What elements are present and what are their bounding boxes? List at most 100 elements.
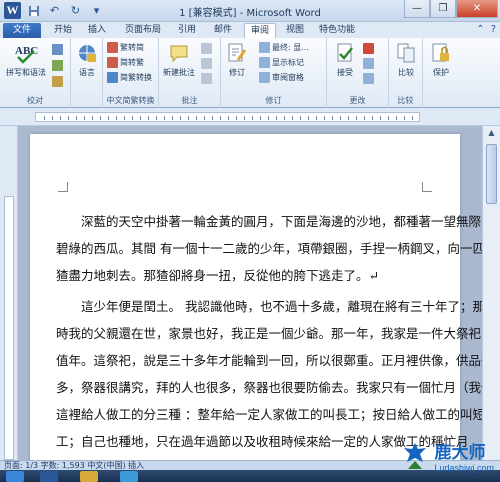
ruler-tick — [220, 116, 221, 120]
previous-comment-button[interactable] — [201, 58, 212, 69]
scroll-up-icon[interactable]: ▲ — [483, 128, 500, 142]
paragraph-line[interactable]: 這少年便是閏土。 我認識他時，也不過十多歲，離現在將有三十年了；那 — [56, 296, 482, 315]
paragraph-line[interactable]: 碧綠的西瓜。其間 有一個十一二歲的少年，項帶銀圈，手捏一柄鋼叉，向一匹 — [56, 238, 482, 257]
accept-button[interactable]: 接受 — [333, 41, 357, 78]
thesaurus-button[interactable] — [52, 60, 63, 71]
ruler-tick — [148, 116, 149, 120]
group-protect: 保护 — [423, 38, 459, 108]
vertical-scrollbar[interactable]: ▲ — [482, 126, 500, 460]
paragraph-line[interactable]: 多，祭器很講究，拜的人也很多，祭器也很要防偷去。我家只有一個忙月（我們 — [56, 377, 482, 396]
ruler-tick — [68, 116, 69, 120]
compare-icon — [394, 41, 418, 65]
previous-change-button[interactable] — [363, 58, 374, 69]
scrollbar-thumb[interactable] — [486, 144, 497, 204]
ruler-tick — [52, 116, 53, 120]
track-changes-button[interactable]: 修订 — [225, 41, 249, 78]
ruler-tick — [244, 116, 245, 120]
word-taskbar-icon[interactable] — [40, 471, 58, 482]
research-icon — [52, 44, 63, 55]
tab-home[interactable]: 开始 — [48, 23, 78, 38]
group-language: 语言 — [71, 38, 103, 108]
tab-insert[interactable]: 插入 — [82, 23, 112, 38]
simp-to-trad-button[interactable]: 简转繁 — [107, 57, 144, 68]
browser-taskbar-icon[interactable] — [120, 471, 138, 482]
tab-special-features[interactable]: 特色功能 — [314, 23, 360, 38]
spelling-grammar-button[interactable]: ABC 拼写和语法 — [6, 41, 46, 78]
collapse-ribbon-icon[interactable]: ⌃ — [476, 24, 484, 35]
reject-icon — [363, 43, 374, 54]
paragraph-line[interactable]: 深藍的天空中掛著一輪金黃的圓月，下面是海邊的沙地，都種著一望無際的 — [56, 211, 482, 230]
ruler-tick — [140, 116, 141, 120]
ruler-tick — [308, 116, 309, 120]
spelling-icon: ABC — [14, 41, 38, 65]
ruler-tick — [412, 116, 413, 120]
paragraph-line[interactable]: 時我的父親還在世，家景也好，我正是一個少爺。那一年，我家是一件大祭祀的 — [56, 323, 482, 342]
paragraph-line[interactable]: 值年。這祭祀，說是三十多年才能輪到一回，所以很鄭重。正月裡供像，供品很 — [56, 350, 482, 369]
new-comment-button[interactable]: 新建批注 — [163, 41, 195, 78]
accept-label: 接受 — [337, 68, 353, 77]
ruler-tick — [388, 116, 389, 120]
simp-trad-convert-button[interactable]: 简繁转换 — [107, 72, 152, 83]
ruler-tick — [108, 116, 109, 120]
word-count-button[interactable] — [52, 76, 63, 87]
tab-mailings[interactable]: 邮件 — [208, 23, 238, 38]
reviewing-pane-button[interactable]: 审阅窗格 — [259, 72, 304, 83]
tab-review[interactable]: 审阅 — [244, 23, 276, 38]
ruler-tick — [164, 116, 165, 120]
group-label-compare: 比较 — [397, 96, 414, 105]
track-changes-label: 修订 — [229, 68, 245, 77]
vertical-ruler-strip — [4, 196, 14, 460]
horizontal-ruler[interactable] — [0, 108, 500, 126]
delete-comment-button[interactable] — [201, 43, 212, 54]
ruler-tick — [60, 116, 61, 120]
next-comment-button[interactable] — [201, 73, 212, 84]
delete-comment-icon — [201, 43, 212, 54]
paragraph-line[interactable]: 工；自己也種地，只在過年過節以及收租時候來給一定的人家做工的稱忙月 — [56, 431, 469, 450]
ruler-tick — [332, 116, 333, 120]
spelling-label: 拼写和语法 — [6, 68, 46, 77]
restore-button[interactable]: ❐ — [430, 0, 456, 18]
trad-to-simp-icon — [107, 42, 118, 53]
ruler-tick — [284, 116, 285, 120]
ruler-tick — [188, 116, 189, 120]
language-button[interactable]: 语言 — [75, 41, 99, 78]
new-comment-icon — [167, 41, 191, 65]
tab-references[interactable]: 引用 — [172, 23, 202, 38]
simp-to-trad-label: 简转繁 — [120, 58, 144, 67]
vertical-ruler[interactable] — [0, 126, 18, 460]
compare-button[interactable]: 比较 — [394, 41, 418, 78]
crop-mark-right — [422, 182, 432, 192]
document-page[interactable]: 深藍的天空中掛著一輪金黃的圓月，下面是海邊的沙地，都種著一望無際的 碧綠的西瓜。… — [30, 134, 482, 460]
tab-page-layout[interactable]: 页面布局 — [118, 23, 168, 38]
ruler-tick — [268, 116, 269, 120]
paragraph-line[interactable]: 猹盡力地刺去。那猹卻將身一扭，反從他的胯下逃走了。↵ — [56, 265, 436, 284]
language-label: 语言 — [79, 68, 95, 77]
display-for-review-dropdown[interactable]: 最终: 显... — [259, 42, 309, 53]
tab-file[interactable]: 文件 — [3, 23, 41, 38]
protect-button[interactable]: 保护 — [429, 41, 453, 78]
ruler-tick — [132, 116, 133, 120]
simp-trad-convert-label: 简繁转换 — [120, 73, 152, 82]
next-change-button[interactable] — [363, 73, 374, 84]
trad-to-simp-button[interactable]: 繁转简 — [107, 42, 144, 53]
ruler-tick — [316, 116, 317, 120]
ruler-tick — [44, 116, 45, 120]
show-markup-label: 显示标记 — [272, 58, 304, 67]
ruler-tick — [404, 116, 405, 120]
document-area[interactable]: 深藍的天空中掛著一輪金黃的圓月，下面是海邊的沙地，都種著一望無際的 碧綠的西瓜。… — [18, 126, 482, 460]
group-changes: 接受 更改 — [327, 38, 389, 108]
ruler-tick — [92, 116, 93, 120]
help-icon[interactable]: ? — [491, 24, 496, 35]
reject-button[interactable] — [363, 43, 374, 54]
minimize-button[interactable]: — — [404, 0, 430, 18]
research-button[interactable] — [52, 44, 63, 55]
close-button[interactable]: ✕ — [456, 0, 498, 18]
show-markup-button[interactable]: 显示标记 — [259, 57, 304, 68]
ruler-tick — [356, 116, 357, 120]
tab-view[interactable]: 视图 — [280, 23, 310, 38]
start-icon[interactable] — [6, 471, 24, 482]
previous-comment-icon — [201, 58, 212, 69]
ruler-tick — [196, 116, 197, 120]
explorer-taskbar-icon[interactable] — [80, 471, 98, 482]
paragraph-line[interactable]: 這裡給人做工的分三種 ：整年給一定人家做工的叫長工；按日給人做工的叫短 — [56, 404, 482, 423]
